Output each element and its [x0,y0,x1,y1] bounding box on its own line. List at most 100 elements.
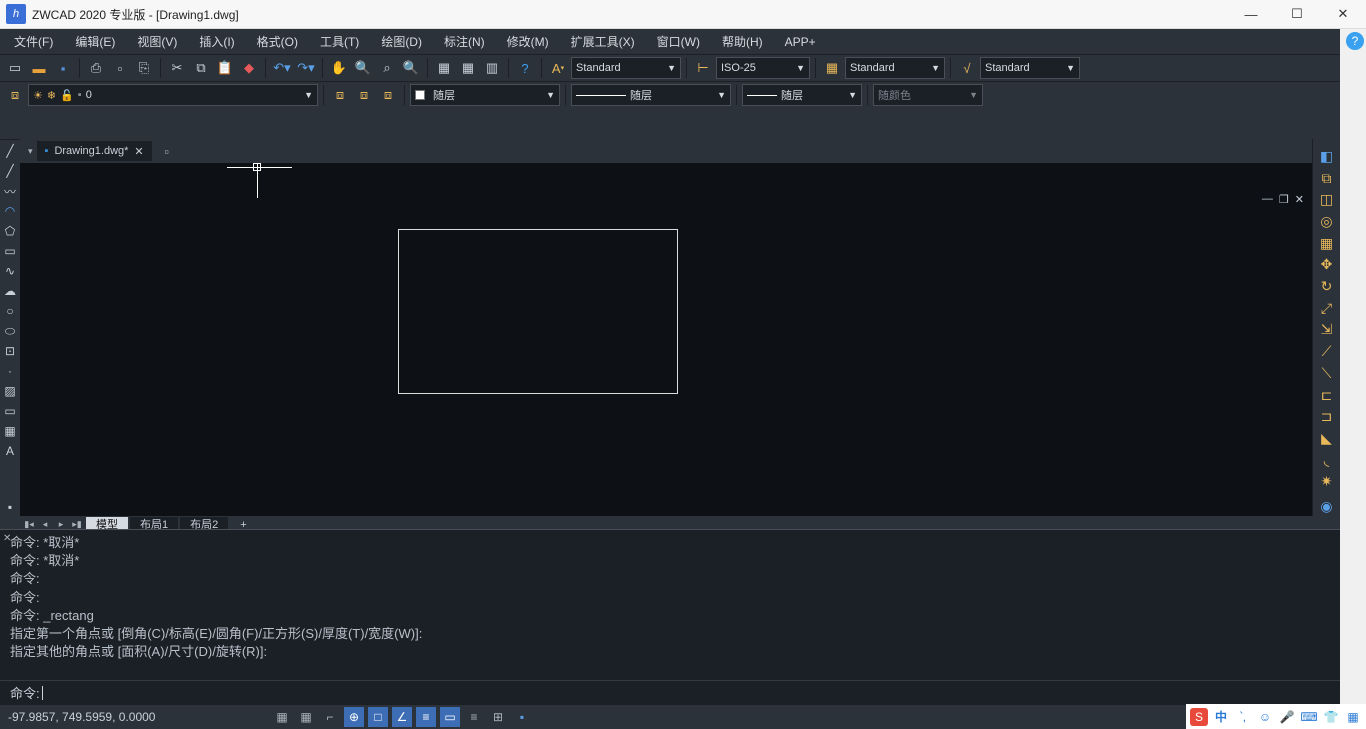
properties-icon[interactable]: ▦ [433,57,455,79]
menu-modify[interactable]: 修改(M) [497,31,559,53]
hatch-icon[interactable]: ▨ [1,382,19,400]
polygon-icon[interactable]: ⬠ [1,222,19,240]
mtext-icon[interactable]: A [1,442,19,460]
save-icon[interactable]: ▪ [52,57,74,79]
menu-extension[interactable]: 扩展工具(X) [561,31,645,53]
mleaderstyle-dropdown[interactable]: Standard▼ [980,57,1080,79]
table-icon[interactable]: ▦ [1,422,19,440]
layer-dropdown[interactable]: ☀❄🔓▪ 0▼ [28,84,318,106]
ime-lang-button[interactable]: 中 [1212,708,1230,726]
zoom-window-icon[interactable]: ⌕ [376,57,398,79]
lineweight-dropdown[interactable]: 随层▼ [742,84,862,106]
menu-insert[interactable]: 插入(I) [189,31,244,53]
dimstyle-icon[interactable]: ⊢ [692,57,714,79]
ime-voice-icon[interactable]: 🎤 [1278,708,1296,726]
offset-icon[interactable]: ◎ [1316,212,1338,231]
pan-icon[interactable]: ✋ [328,57,350,79]
xline-icon[interactable]: ╱ [1,162,19,180]
trim-icon[interactable]: ⟋ [1316,342,1338,361]
color-dropdown[interactable]: 随层▼ [410,84,560,106]
ime-logo-icon[interactable]: S [1190,708,1208,726]
new-icon[interactable]: ▭ [4,57,26,79]
point-icon[interactable]: · [1,362,19,380]
menu-format[interactable]: 格式(O) [247,31,308,53]
undo-icon[interactable]: ↶▾ [271,57,293,79]
menu-file[interactable]: 文件(F) [4,31,63,53]
menu-app[interactable]: APP+ [775,31,826,53]
join-icon[interactable]: ⊐ [1316,407,1338,426]
toolpalette-icon[interactable]: ▥ [481,57,503,79]
grid-button[interactable]: ▦ [296,707,316,727]
move-icon[interactable]: ✥ [1316,256,1338,275]
rotate-m-icon[interactable]: ↻ [1316,277,1338,296]
region-icon[interactable]: ▭ [1,402,19,420]
ime-skin-icon[interactable]: 👕 [1322,708,1340,726]
spline-icon[interactable]: ∿ [1,262,19,280]
fillet-icon[interactable]: ◟ [1316,451,1338,470]
tablestyle-icon[interactable]: ▦ [821,57,843,79]
viewport-restore-icon[interactable]: ❐ [1279,193,1289,206]
ann-button[interactable]: ▪ [512,707,532,727]
cmd-close-icon[interactable]: ✕ [3,533,11,544]
linetype-dropdown[interactable]: 随层▼ [571,84,731,106]
layer-iso-icon[interactable]: ⧈ [377,84,399,106]
window-close-button[interactable]: ✕ [1320,0,1366,29]
otrack-button[interactable]: ∠ [392,707,412,727]
redo-icon[interactable]: ↷▾ [295,57,317,79]
ime-emoji-icon[interactable]: ☺ [1256,708,1274,726]
polar-button[interactable]: ⊕ [344,707,364,727]
viewport-close-icon[interactable]: ✕ [1295,193,1304,206]
menu-edit[interactable]: 编辑(E) [65,31,125,53]
command-input[interactable]: 命令: [0,680,1340,704]
paste-icon[interactable]: 📋 [214,57,236,79]
drawing-canvas[interactable]: — ❐ ✕ [20,163,1312,516]
mirror-icon[interactable]: ◫ [1316,190,1338,209]
menu-draw[interactable]: 绘图(D) [371,31,432,53]
command-history[interactable]: 命令: *取消* 命令: *取消* 命令: 命令: 命令: _rectang 指… [0,530,1340,680]
block-icon[interactable]: ⊡ [1,342,19,360]
explode-icon[interactable]: ✷ [1316,473,1338,492]
osnap-button[interactable]: □ [368,707,388,727]
revcloud-icon[interactable]: ☁ [1,282,19,300]
matchprop-icon[interactable]: ◆ [238,57,260,79]
lwt-button[interactable]: ≡ [416,707,436,727]
erase-icon[interactable]: ◧ [1316,147,1338,166]
stretch-icon[interactable]: ⇲ [1316,321,1338,340]
mleaderstyle-icon[interactable]: √ [956,57,978,79]
cut-icon[interactable]: ✂ [166,57,188,79]
help-bubble-icon[interactable]: ? [1346,32,1364,50]
plotstyle-dropdown[interactable]: 随颜色▼ [873,84,983,106]
layer-prev-icon[interactable]: ⧈ [329,84,351,106]
ortho-button[interactable]: ⌐ [320,707,340,727]
open-icon[interactable]: ▬ [28,57,50,79]
modify-toolbar-grip[interactable]: ▪ [1,498,19,516]
array-icon[interactable]: ▦ [1316,234,1338,253]
chamfer-icon[interactable]: ◣ [1316,429,1338,448]
break-icon[interactable]: ⊏ [1316,386,1338,405]
copy-obj-icon[interactable]: ⧉ [1316,169,1338,188]
menu-help[interactable]: 帮助(H) [712,31,773,53]
designcenter-icon[interactable]: ▦ [457,57,479,79]
help-icon[interactable]: ? [514,57,536,79]
copy-icon[interactable]: ⧉ [190,57,212,79]
document-tab-close-icon[interactable]: ✕ [134,145,143,158]
line-icon[interactable]: ╱ [1,142,19,160]
extend-icon[interactable]: ⟍ [1316,364,1338,383]
pline-icon[interactable]: 〰 [1,182,19,200]
zoom-prev-icon[interactable]: 🔍 [400,57,422,79]
menu-tools[interactable]: 工具(T) [310,31,369,53]
menu-window[interactable]: 窗口(W) [647,31,710,53]
ime-keyboard-icon[interactable]: ⌨ [1300,708,1318,726]
textstyle-icon[interactable]: A▾ [547,57,569,79]
print-icon[interactable]: ⎙ [85,57,107,79]
status-coords[interactable]: -97.9857, 749.5959, 0.0000 [8,710,268,724]
circle-icon[interactable]: ○ [1,302,19,320]
rectangle-icon[interactable]: ▭ [1,242,19,260]
ellipse-icon[interactable]: ⬭ [1,322,19,340]
preview-icon[interactable]: ▫ [109,57,131,79]
ime-punct-button[interactable]: ՝, [1234,708,1252,726]
dyn-button[interactable]: ▭ [440,707,460,727]
arc-icon[interactable]: ◠ [1,202,19,220]
zoom-realtime-icon[interactable]: 🔍 [352,57,374,79]
window-maximize-button[interactable]: ☐ [1274,0,1320,29]
